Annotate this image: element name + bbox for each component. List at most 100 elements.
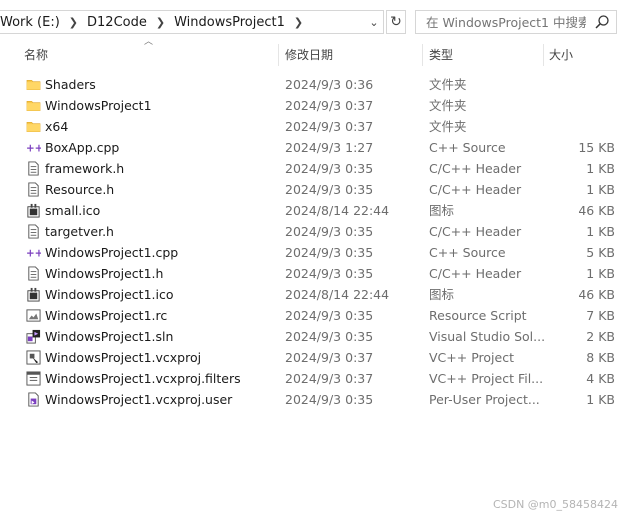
file-type: C/C++ Header — [429, 266, 522, 281]
file-row[interactable]: WindowsProject1.vcxproj.user 2024/9/3 0:3… — [0, 389, 630, 410]
header-file-icon — [26, 266, 41, 281]
ico-file-icon — [26, 203, 41, 218]
folder-icon — [26, 77, 41, 92]
file-name: Shaders — [45, 77, 96, 92]
file-row[interactable]: WindowsProject1.ico 2024/8/14 22:44 图标 46 K… — [0, 284, 630, 305]
search-box[interactable] — [415, 10, 617, 34]
file-type: C++ Source — [429, 245, 506, 260]
file-name: Resource.h — [45, 182, 115, 197]
column-date[interactable]: 修改日期 — [285, 44, 333, 66]
search-icon[interactable] — [594, 14, 610, 30]
user-file-icon — [26, 392, 41, 407]
resource-script-icon — [26, 308, 41, 323]
header-file-icon — [26, 182, 41, 197]
file-size: 46 KB — [578, 203, 615, 218]
header-file-icon — [26, 161, 41, 176]
file-date: 2024/8/14 22:44 — [285, 203, 390, 218]
refresh-icon[interactable]: ↻ — [386, 10, 406, 34]
column-divider[interactable] — [278, 44, 279, 66]
file-type: VC++ Project — [429, 350, 514, 365]
file-list: Shaders 2024/9/3 0:36 文件夹 WindowsProject1 20… — [0, 74, 630, 410]
file-row[interactable]: WindowsProject1.sln 2024/9/3 0:35 Visual S… — [0, 326, 630, 347]
chevron-down-icon[interactable]: ⌄ — [367, 11, 381, 33]
address-bar[interactable]: Work (E:) ❯ D12Code ❯ WindowsProject1 ❯ … — [0, 10, 384, 34]
file-name: WindowsProject1.vcxproj — [45, 350, 202, 365]
file-size: 5 KB — [586, 245, 615, 260]
file-row[interactable]: targetver.h 2024/9/3 0:35 C/C++ Header 1 KB — [0, 221, 630, 242]
breadcrumb-windowsproject1[interactable]: WindowsProject1 — [174, 15, 285, 30]
file-type: 图标 — [429, 203, 455, 218]
file-type: C/C++ Header — [429, 182, 522, 197]
file-type: Visual Studio Sol... — [429, 329, 546, 344]
file-size: 15 KB — [578, 140, 615, 155]
file-date: 2024/9/3 0:37 — [285, 350, 374, 365]
file-date: 2024/9/3 0:37 — [285, 119, 374, 134]
file-size: 1 KB — [586, 224, 615, 239]
file-size: 4 KB — [586, 371, 615, 386]
file-size: 1 KB — [586, 182, 615, 197]
file-row[interactable]: WindowsProject1.rc 2024/9/3 0:35 Resource … — [0, 305, 630, 326]
column-name[interactable]: 名称 — [24, 44, 48, 66]
filters-file-icon — [26, 371, 41, 386]
column-divider[interactable] — [422, 44, 423, 66]
column-type[interactable]: 类型 — [429, 44, 453, 66]
vcxproj-icon — [26, 350, 41, 365]
file-size: 7 KB — [586, 308, 615, 323]
file-type: 图标 — [429, 287, 455, 302]
svg-text:++: ++ — [26, 142, 41, 154]
file-type: C/C++ Header — [429, 224, 522, 239]
file-name: WindowsProject1.sln — [45, 329, 174, 344]
file-name: WindowsProject1.vcxproj.user — [45, 392, 233, 407]
file-type: C/C++ Header — [429, 161, 522, 176]
ico-file-icon — [26, 287, 41, 302]
file-row[interactable]: ++ WindowsProject1.cpp 2024/9/3 0:35 C++ So… — [0, 242, 630, 263]
file-name: small.ico — [45, 203, 101, 218]
file-row[interactable]: WindowsProject1.h 2024/9/3 0:35 C/C++ Head… — [0, 263, 630, 284]
file-date: 2024/9/3 0:35 — [285, 161, 374, 176]
file-row[interactable]: framework.h 2024/9/3 0:35 C/C++ Header 1 KB — [0, 158, 630, 179]
file-name: WindowsProject1.cpp — [45, 245, 179, 260]
vs-solution-icon — [26, 329, 41, 344]
toolbar: Work (E:) ❯ D12Code ❯ WindowsProject1 ❯ … — [0, 0, 630, 44]
file-date: 2024/9/3 0:35 — [285, 392, 374, 407]
file-name: WindowsProject1 — [45, 98, 152, 113]
file-row[interactable]: x64 2024/9/3 0:37 文件夹 — [0, 116, 630, 137]
breadcrumb: Work (E:) ❯ D12Code ❯ WindowsProject1 ❯ — [0, 15, 312, 30]
file-type: 文件夹 — [429, 77, 467, 92]
file-name: framework.h — [45, 161, 125, 176]
chevron-right-icon[interactable]: ❯ — [294, 16, 303, 29]
folder-icon — [26, 119, 41, 134]
file-row[interactable]: Resource.h 2024/9/3 0:35 C/C++ Header 1 KB — [0, 179, 630, 200]
header-file-icon — [26, 224, 41, 239]
file-size: 46 KB — [578, 287, 615, 302]
svg-text:++: ++ — [26, 247, 41, 259]
file-date: 2024/9/3 1:27 — [285, 140, 374, 155]
file-date: 2024/8/14 22:44 — [285, 287, 390, 302]
breadcrumb-drive[interactable]: Work (E:) — [0, 15, 60, 30]
file-date: 2024/9/3 0:35 — [285, 308, 374, 323]
column-header: ︿ 名称 修改日期 类型 大小 — [0, 37, 630, 66]
file-name: x64 — [45, 119, 69, 134]
file-row[interactable]: WindowsProject1.vcxproj.filters 2024/9/3 … — [0, 368, 630, 389]
column-divider[interactable] — [543, 44, 544, 66]
file-row[interactable]: WindowsProject1 2024/9/3 0:37 文件夹 — [0, 95, 630, 116]
column-size[interactable]: 大小 — [549, 44, 573, 66]
chevron-right-icon[interactable]: ❯ — [156, 16, 165, 29]
file-date: 2024/9/3 0:35 — [285, 245, 374, 260]
file-row[interactable]: small.ico 2024/8/14 22:44 图标 46 KB — [0, 200, 630, 221]
file-type: Resource Script — [429, 308, 527, 323]
file-name: WindowsProject1.ico — [45, 287, 174, 302]
file-row[interactable]: WindowsProject1.vcxproj 2024/9/3 0:37 VC++… — [0, 347, 630, 368]
file-size: 1 KB — [586, 266, 615, 281]
file-name: targetver.h — [45, 224, 114, 239]
search-input[interactable] — [426, 14, 586, 30]
file-type: VC++ Project Fil... — [429, 371, 544, 386]
file-size: 2 KB — [586, 329, 615, 344]
file-date: 2024/9/3 0:35 — [285, 224, 374, 239]
chevron-right-icon[interactable]: ❯ — [69, 16, 78, 29]
file-row[interactable]: Shaders 2024/9/3 0:36 文件夹 — [0, 74, 630, 95]
file-type: 文件夹 — [429, 98, 467, 113]
file-row[interactable]: ++ BoxApp.cpp 2024/9/3 1:27 C++ Source 15 KB — [0, 137, 630, 158]
file-date: 2024/9/3 0:37 — [285, 98, 374, 113]
breadcrumb-d12code[interactable]: D12Code — [87, 15, 147, 30]
